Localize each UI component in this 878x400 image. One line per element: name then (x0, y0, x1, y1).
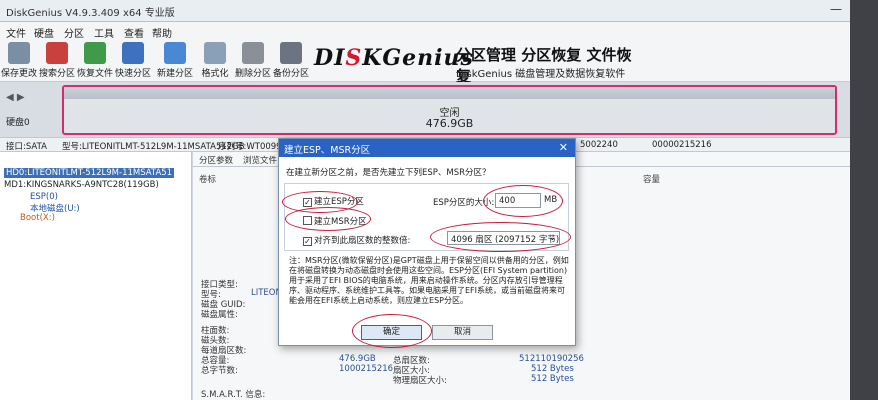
window-title: DiskGenius V4.9.3.409 x64 专业版 (6, 8, 175, 19)
prop-value: 1000215216 (339, 364, 394, 374)
recover-files-icon (84, 42, 106, 64)
tool-label: 新建分区 (156, 69, 193, 79)
diskgenius-logo: DISKGenius (314, 45, 474, 71)
prop-value: 512 Bytes (531, 374, 574, 384)
create-esp-checkbox[interactable]: ✓ 建立ESP分区 (303, 195, 364, 207)
search-partition-icon (46, 42, 68, 64)
align-sectors-select[interactable]: 4096 扇区 (2097152 字节) ⌄ (447, 231, 560, 245)
disk-bytes: 00000215216 (652, 140, 712, 150)
align-sectors-checkbox[interactable]: ✓ 对齐到此扇区数的整数倍: (303, 234, 410, 246)
new-partition-icon (164, 42, 186, 64)
title-bar: DiskGenius V4.9.3.409 x64 专业版 — (0, 0, 850, 22)
tree-item-esp[interactable]: ESP(0) (30, 192, 58, 202)
menu-partition[interactable]: 分区 (64, 25, 84, 40)
disk-interface: 接口:SATA (6, 142, 47, 152)
tool-label: 保存更改 (0, 69, 37, 79)
prop-value: 476.9GB (339, 354, 376, 364)
save-changes-button[interactable]: 保存更改 (0, 42, 38, 80)
menu-file[interactable]: 文件 (6, 25, 26, 40)
search-partition-button[interactable]: 搜索分区 (38, 42, 76, 80)
delete-partition-icon (242, 42, 264, 64)
dialog-note: 注：MSR分区(微软保留分区)是GPT磁盘上用于保留空间以供备用的分区，例如在将… (289, 256, 569, 305)
tool-label: 恢复文件 (76, 69, 113, 79)
disk-tree: HD0:LITEONITLMT-512L9M-11MSATA51 MD1:KIN… (0, 152, 192, 400)
esp-msr-dialog: 建立ESP、MSR分区 ✕ 在建立新分区之前，是否先建立下列ESP、MSR分区？… (278, 138, 576, 346)
cancel-button[interactable]: 取消 (432, 325, 493, 340)
checkbox-checked-icon: ✓ (303, 237, 312, 246)
free-space-bar[interactable]: 空闲 476.9GB (62, 85, 837, 135)
format-icon (204, 42, 226, 64)
tab-partition-params[interactable]: 分区参数 (199, 154, 233, 166)
brand-tagline: DiskGenius 磁盘管理及数据恢复软件 (456, 69, 626, 80)
column-capacity: 容量 (643, 175, 661, 185)
disk-label: 硬盘0 (6, 118, 30, 128)
disk-sectors: 5002240 (580, 140, 618, 150)
smart-label: S.M.A.R.T. 信息: (201, 390, 266, 400)
close-icon[interactable]: ✕ (559, 141, 568, 154)
new-partition-button[interactable]: 新建分区 (156, 42, 194, 80)
tool-label: 格式化 (201, 69, 229, 79)
ok-button[interactable]: 确定 (361, 325, 422, 340)
dialog-title-bar: 建立ESP、MSR分区 ✕ (279, 139, 575, 157)
esp-size-input[interactable]: 400 (495, 193, 541, 208)
menu-help[interactable]: 帮助 (152, 25, 172, 40)
tree-item-hd0[interactable]: HD0:LITEONITLMT-512L9M-11MSATA51 (4, 168, 175, 178)
disk-nav-arrows[interactable]: ◀ ▶ (6, 92, 25, 103)
partition-size: 476.9GB (425, 117, 474, 130)
menu-view[interactable]: 查看 (124, 25, 144, 40)
create-msr-checkbox[interactable]: 建立MSR分区 (303, 215, 367, 227)
tool-label: 备份分区 (272, 69, 309, 79)
chevron-down-icon: ⌄ (548, 233, 556, 243)
disk-map: ◀ ▶ 硬盘0 空闲 476.9GB (0, 82, 850, 137)
menu-bar: 文件 硬盘 分区 工具 查看 帮助 (0, 22, 850, 40)
save-icon (8, 42, 30, 64)
tool-label: 快速分区 (114, 69, 151, 79)
tab-browse-files[interactable]: 浏览文件 (243, 154, 277, 166)
partition-bar-strip (64, 87, 835, 99)
backup-partition-icon (280, 42, 302, 64)
menu-disk[interactable]: 硬盘 (34, 25, 54, 40)
quick-partition-icon (122, 42, 144, 64)
esp-size-unit: MB (544, 195, 558, 205)
minimize-button[interactable]: — (828, 3, 844, 17)
tool-label: 删除分区 (234, 69, 271, 79)
align-sectors-value: 4096 扇区 (2097152 字节) (451, 235, 560, 245)
tool-label: 搜索分区 (38, 69, 75, 79)
dialog-question: 在建立新分区之前，是否先建立下列ESP、MSR分区？ (286, 168, 491, 178)
desktop-edge (850, 0, 878, 400)
tree-item-md1[interactable]: MD1:KINGSNARKS-A9NTC28(119GB) (4, 180, 159, 190)
delete-partition-button[interactable]: 删除分区 (234, 42, 272, 80)
esp-size-label: ESP分区的大小: (433, 198, 495, 208)
prop-value: 512110190256 (519, 354, 584, 364)
prop-value: 512 Bytes (531, 364, 574, 374)
prop-label: 总字节数: (201, 366, 238, 376)
checkbox-checked-icon: ✓ (303, 198, 312, 207)
quick-partition-button[interactable]: 快速分区 (114, 42, 152, 80)
brand-banner: DISKGenius 分区管理 分区恢复 文件恢复 DiskGenius 磁盘管… (312, 42, 642, 85)
column-volume-label: 卷标 (199, 175, 217, 185)
menu-tools[interactable]: 工具 (94, 25, 114, 40)
checkbox-unchecked-icon (303, 216, 312, 225)
backup-partition-button[interactable]: 备份分区 (272, 42, 310, 80)
prop-label: 磁盘属性: (201, 310, 238, 320)
dialog-title: 建立ESP、MSR分区 (284, 145, 371, 156)
recover-files-button[interactable]: 恢复文件 (76, 42, 114, 80)
format-button[interactable]: 格式化 (196, 42, 234, 80)
prop-label: 物理扇区大小: (393, 376, 447, 386)
disk-serial: 序列号:WT00994 (218, 142, 288, 152)
tree-item-boot[interactable]: Boot(X:) (20, 213, 55, 223)
